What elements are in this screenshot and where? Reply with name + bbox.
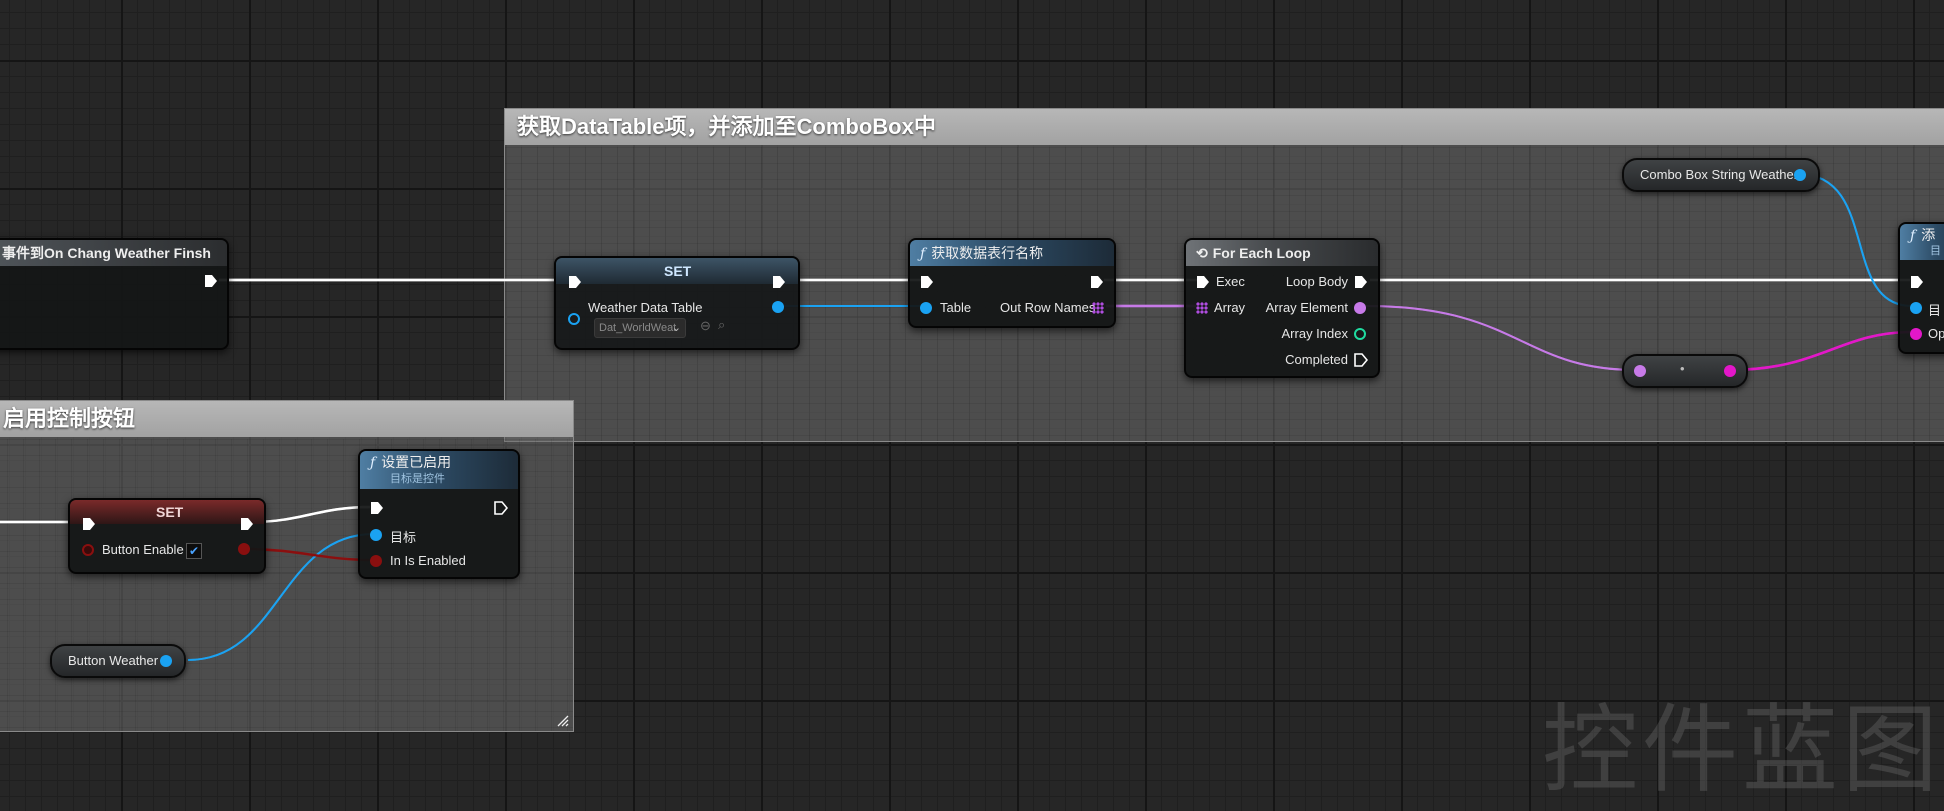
object-out-pin-icon[interactable] [772,301,784,313]
node-subtitle: 目 [1930,245,1941,257]
node-title: SET [664,263,692,279]
pin-label: Weather Data Table [588,300,703,315]
node-title: 获取数据表行名称 [931,245,1044,261]
dropdown-value: Dat_WorldWeat [599,322,677,334]
pin-label: Array [1214,300,1246,315]
button-enable-checkbox[interactable]: ✔ [186,543,202,559]
set-is-enabled-node[interactable]: ƒ 设置已启用 目标是控件 目标 In Is Enabled [358,449,520,579]
function-icon: ƒ [370,455,376,471]
int-out-pin-icon[interactable] [1354,328,1366,340]
exec-in-pin-icon[interactable] [1196,275,1210,289]
data-table-dropdown[interactable]: Dat_WorldWeat ⌄ [594,318,686,338]
exec-out-pin-icon[interactable] [204,274,218,288]
comment-title[interactable]: 启用控制按钮 [0,401,573,437]
node-header: ƒ 获取数据表行名称 [910,240,1114,266]
node-header: ƒ添 目 [1900,224,1944,260]
exec-out-pin-icon[interactable] [1354,275,1368,289]
name-in-pin-icon[interactable] [1634,365,1646,377]
add-option-node[interactable]: ƒ添 目 目 Op [1898,222,1944,354]
pin-label: In Is Enabled [390,553,466,568]
browse-arrow-icon[interactable]: ⊖ [700,318,711,334]
exec-out-pin-icon[interactable] [240,517,254,531]
node-title: SET [156,504,184,520]
chevron-down-icon: ⌄ [671,322,681,334]
exec-out-pin-icon[interactable] [772,275,786,289]
search-icon[interactable]: ⌕ [718,317,725,333]
pin-label: Completed [1285,352,1348,367]
exec-out-pin-icon[interactable] [1090,275,1104,289]
exec-out-pin-icon[interactable] [1354,353,1368,367]
button-weather-var[interactable]: Button Weather [50,644,186,678]
object-in-pin-icon[interactable] [370,529,382,541]
object-in-pin-icon[interactable] [568,313,580,325]
exec-in-pin-icon[interactable] [370,501,384,515]
object-out-pin-icon[interactable] [160,655,172,667]
node-title: 事件到On Chang Weather Finsh [0,240,227,266]
get-data-table-row-names-node[interactable]: ƒ 获取数据表行名称 Table Out Row Names [908,238,1116,328]
set-weather-data-table-node[interactable]: SET Weather Data Table Dat_WorldWeat ⌄ ⊖… [554,256,800,350]
bool-in-pin-icon[interactable] [370,555,382,567]
array-out-pin-icon[interactable] [1092,302,1104,314]
blueprint-type-watermark: 控件蓝图 [1542,694,1942,806]
pin-label: 目标 [390,530,417,545]
node-header: ⟲ For Each Loop [1186,240,1378,266]
string-in-pin-icon[interactable] [1910,328,1922,340]
set-button-enable-node[interactable]: SET Button Enable ✔ [68,498,266,574]
pin-label: Array Index [1281,326,1348,341]
table-in-pin-icon[interactable] [920,302,932,314]
pin-label: Exec [1216,274,1245,289]
function-icon: ƒ [1910,228,1916,244]
bool-out-pin-icon[interactable] [238,543,250,555]
bool-in-pin-icon[interactable] [82,544,94,556]
conversion-dot-icon: • [1680,361,1685,376]
resize-grip-icon[interactable] [557,715,569,727]
var-label: Combo Box String Weather [1640,167,1798,182]
loop-icon: ⟲ [1196,245,1208,261]
combo-box-string-weather-var[interactable]: Combo Box String Weather [1622,158,1820,192]
node-header: ƒ 设置已启用 目标是控件 [360,451,518,489]
pin-label: 目 [1928,303,1942,318]
node-title: For Each Loop [1212,245,1311,261]
pin-label: Op [1928,326,1944,341]
pin-label: Table [940,300,972,315]
pin-label: Out Row Names [1000,300,1096,315]
object-out-pin-icon[interactable] [1794,169,1806,181]
var-label: Button Weather [68,653,159,668]
node-subtitle: 目标是控件 [390,473,445,485]
comment-title[interactable]: 获取DataTable项，并添加至ComboBox中 [505,109,1944,145]
exec-in-pin-icon[interactable] [1910,275,1924,289]
exec-in-pin-icon[interactable] [82,517,96,531]
name-out-pin-icon[interactable] [1354,302,1366,314]
object-in-pin-icon[interactable] [1910,302,1922,314]
exec-in-pin-icon[interactable] [568,275,582,289]
exec-in-pin-icon[interactable] [920,275,934,289]
array-in-pin-icon[interactable] [1196,302,1208,314]
for-each-loop-node[interactable]: ⟲ For Each Loop Exec Loop Body Array Arra… [1184,238,1380,378]
event-node-on-chang-weather-finsh[interactable]: 事件到On Chang Weather Finsh [0,238,229,350]
pin-label: Array Element [1265,300,1348,315]
exec-out-pin-icon[interactable] [494,501,508,515]
string-out-pin-icon[interactable] [1724,365,1736,377]
function-icon: ƒ [920,246,926,262]
name-to-string-conversion-node[interactable]: • [1622,354,1748,388]
pin-label: Loop Body [1285,274,1348,289]
pin-label: Button Enable [102,542,184,557]
